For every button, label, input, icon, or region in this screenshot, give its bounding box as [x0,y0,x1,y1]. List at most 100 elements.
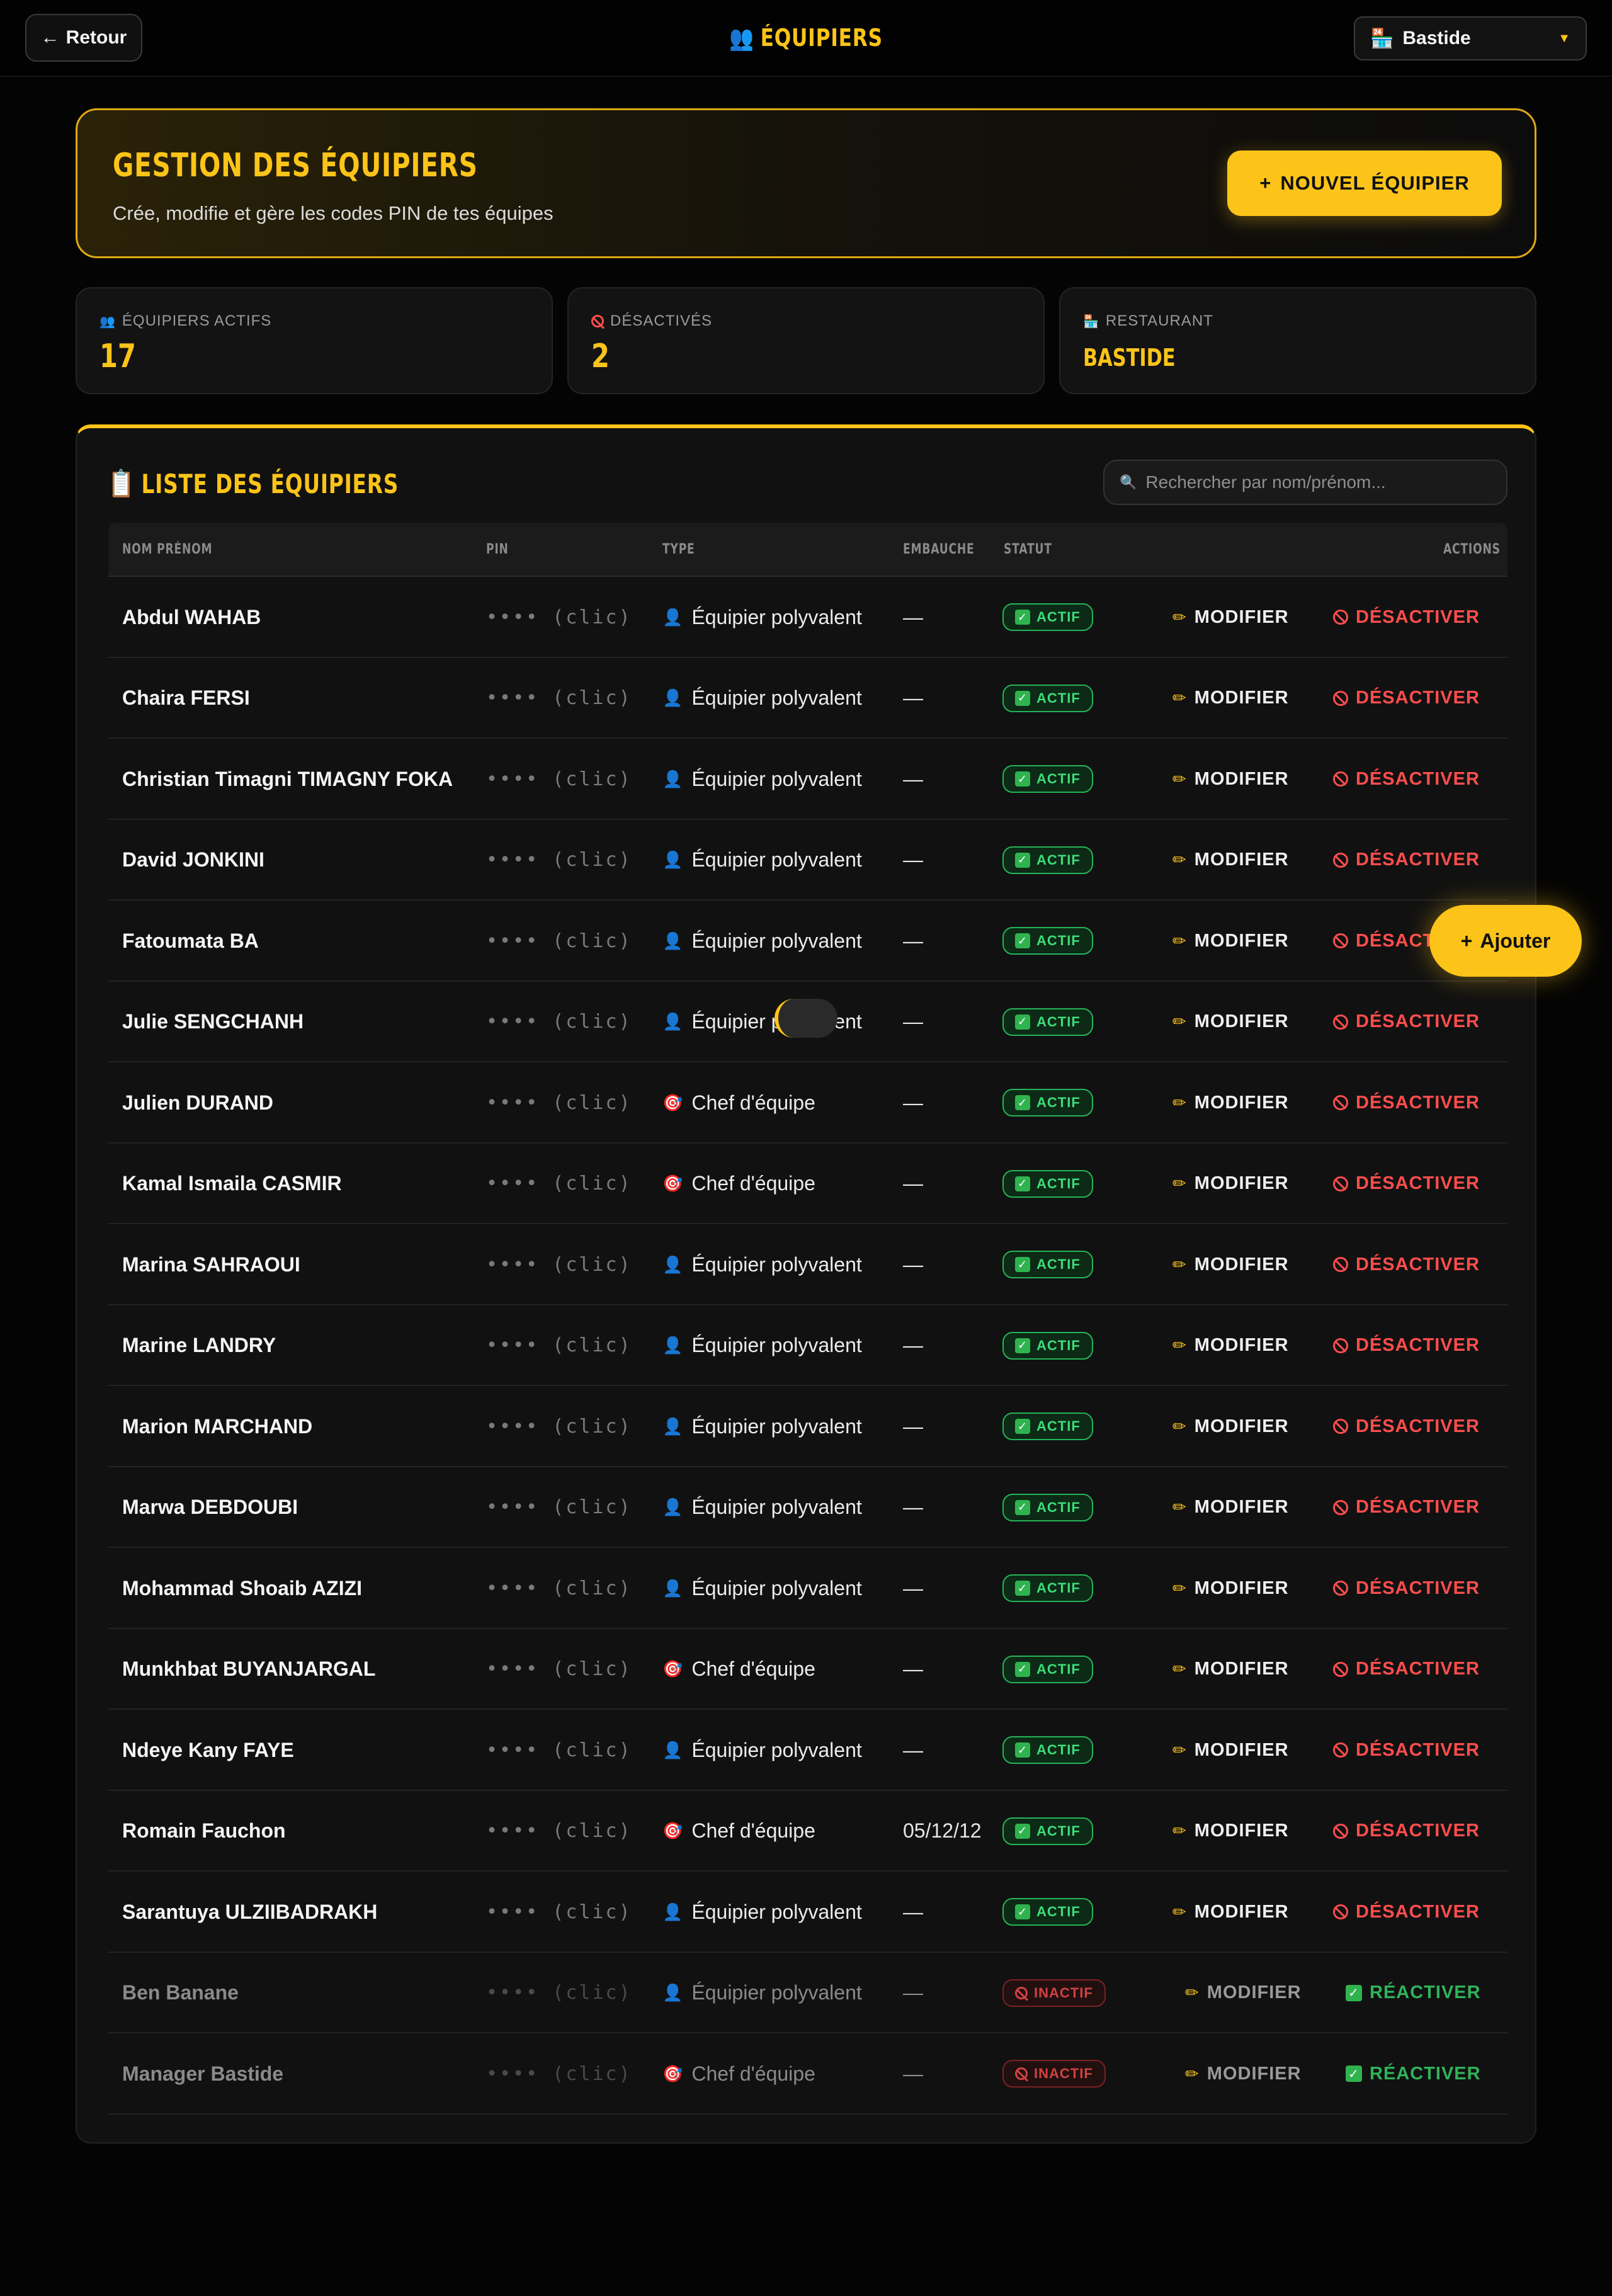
new-employee-button[interactable]: + NOUVEL ÉQUIPIER [1227,151,1502,216]
table-row: David JONKINI •••• (clic) 👤 Équipier pol… [108,820,1507,901]
stat-active-value: 17 [99,338,136,375]
pin-reveal[interactable]: •••• (clic) [486,1872,632,1952]
pencil-icon: ✏ [1172,1336,1187,1355]
restaurant-select[interactable]: 🏪 Bastide ▼ [1354,16,1587,60]
table-row: Sarantuya ULZIIBADRAKH •••• (clic) 👤 Équ… [108,1872,1507,1953]
check-icon: ✓ [1015,1823,1030,1839]
pin-reveal[interactable]: •••• (clic) [486,577,632,657]
check-icon: ✓ [1015,610,1030,625]
restaurant-select-value: Bastide [1402,28,1471,48]
disable-button[interactable]: DÉSACTIVER [1333,1144,1480,1224]
hire-date: — [903,1981,923,2004]
pin-reveal[interactable]: •••• (clic) [486,901,632,981]
pin-reveal[interactable]: •••• (clic) [486,2033,632,2114]
pin-reveal[interactable]: •••• (clic) [486,1629,632,1710]
pin-toggle[interactable] [775,999,837,1038]
edit-button[interactable]: ✏ MODIFIER [1172,1710,1289,1790]
pencil-icon: ✏ [1172,1659,1187,1678]
disable-button[interactable]: DÉSACTIVER [1333,982,1480,1062]
col-pin: PIN [486,542,509,557]
edit-button[interactable]: ✏ MODIFIER [1172,820,1289,901]
hire-date: — [903,2062,923,2085]
status-badge: INACTIF [1002,2060,1106,2088]
reactivate-button[interactable]: ✓ RÉACTIVER [1346,1953,1481,2033]
pin-reveal[interactable]: •••• (clic) [486,1386,632,1467]
back-button-label: Retour [65,27,127,48]
employee-type: Équipier polyvalent [691,767,862,790]
pin-reveal[interactable]: •••• (clic) [486,1224,632,1305]
target-icon: 🎯 [662,1821,683,1840]
disable-button[interactable]: DÉSACTIVER [1333,820,1480,901]
pin-reveal[interactable]: •••• (clic) [486,1144,632,1224]
add-fab-button[interactable]: + Ajouter [1429,905,1582,977]
edit-button[interactable]: ✏ MODIFIER [1172,739,1289,819]
edit-button[interactable]: ✏ MODIFIER [1172,1629,1289,1710]
employee-name: Mohammad Shoaib AZIZI [122,1576,363,1600]
search-input[interactable]: 🔍 Rechercher par nom/prénom... [1103,460,1507,505]
disable-button[interactable]: DÉSACTIVER [1333,739,1480,819]
edit-button[interactable]: ✏ MODIFIER [1172,1548,1289,1628]
pin-reveal[interactable]: •••• (clic) [486,1548,632,1628]
employee-type: Chef d'équipe [691,1819,815,1842]
check-icon: ✓ [1346,1984,1362,2001]
pencil-icon: ✏ [1172,1902,1187,1921]
employee-name: Kamal Ismaila CASMIR [122,1172,342,1195]
disable-button[interactable]: DÉSACTIVER [1333,1791,1480,1872]
edit-button[interactable]: ✏ MODIFIER [1172,1386,1289,1467]
edit-button[interactable]: ✏ MODIFIER [1172,982,1289,1062]
pin-reveal[interactable]: •••• (clic) [486,658,632,739]
pin-reveal[interactable]: •••• (clic) [486,1953,632,2033]
pencil-icon: ✏ [1172,688,1187,707]
pin-reveal[interactable]: •••• (clic) [486,1305,632,1386]
disable-button[interactable]: DÉSACTIVER [1333,658,1480,739]
disable-button[interactable]: DÉSACTIVER [1333,1548,1480,1628]
pin-reveal[interactable]: •••• (clic) [486,1710,632,1790]
edit-button[interactable]: ✏ MODIFIER [1172,658,1289,739]
building-icon: 🏪 [1370,28,1394,49]
disable-button[interactable]: DÉSACTIVER [1333,1224,1480,1305]
pin-reveal[interactable]: •••• (clic) [486,982,632,1062]
new-employee-label: NOUVEL ÉQUIPIER [1280,172,1470,194]
employee-type: Équipier polyvalent [691,605,862,628]
pencil-icon: ✏ [1172,1740,1187,1759]
edit-button[interactable]: ✏ MODIFIER [1185,1953,1302,2033]
stat-active: 👥 ÉQUIPIERS ACTIFS 17 [76,287,553,394]
disable-button[interactable]: DÉSACTIVER [1333,577,1480,657]
pin-reveal[interactable]: •••• (clic) [486,739,632,819]
hero-title: GESTION DES ÉQUIPIERS [113,147,478,185]
edit-button[interactable]: ✏ MODIFIER [1172,1224,1289,1305]
disable-button[interactable]: DÉSACTIVER [1333,1305,1480,1386]
disable-button[interactable]: DÉSACTIVER [1333,1710,1480,1790]
employee-name: Sarantuya ULZIIBADRAKH [122,1900,378,1923]
back-button[interactable]: ← Retour [25,14,142,62]
employee-name: Marina SAHRAOUI [122,1253,300,1276]
disable-button[interactable]: DÉSACTIVER [1333,1872,1480,1952]
pin-reveal[interactable]: •••• (clic) [486,1791,632,1872]
edit-button[interactable]: ✏ MODIFIER [1172,577,1289,657]
edit-button[interactable]: ✏ MODIFIER [1172,1467,1289,1548]
edit-button[interactable]: ✏ MODIFIER [1172,1062,1289,1143]
pin-reveal[interactable]: •••• (clic) [486,1467,632,1548]
disable-button[interactable]: DÉSACTIVER [1333,1386,1480,1467]
stat-disabled: DÉSACTIVÉS 2 [567,287,1045,394]
disable-button[interactable]: DÉSACTIVER [1333,1629,1480,1710]
edit-button[interactable]: ✏ MODIFIER [1185,2033,1302,2114]
disable-button[interactable]: DÉSACTIVER [1333,1467,1480,1548]
edit-button[interactable]: ✏ MODIFIER [1172,1872,1289,1952]
edit-button[interactable]: ✏ MODIFIER [1172,1305,1289,1386]
employee-name: Julie SENGCHANH [122,1010,304,1033]
edit-button[interactable]: ✏ MODIFIER [1172,1144,1289,1224]
status-badge: ✓ ACTIF [1002,1251,1093,1278]
person-icon: 👤 [662,1740,683,1759]
pin-reveal[interactable]: •••• (clic) [486,1062,632,1143]
reactivate-button[interactable]: ✓ RÉACTIVER [1346,2033,1481,2114]
hire-date: 05/12/12 [903,1819,982,1842]
stat-disabled-value: 2 [591,338,610,375]
pin-reveal[interactable]: •••• (clic) [486,820,632,901]
edit-button[interactable]: ✏ MODIFIER [1172,1791,1289,1872]
pencil-icon: ✏ [1185,1983,1200,2002]
disable-button[interactable]: DÉSACTIVER [1333,1062,1480,1143]
employee-type: Équipier polyvalent [691,848,862,871]
edit-button[interactable]: ✏ MODIFIER [1172,901,1289,981]
check-icon: ✓ [1015,933,1030,948]
